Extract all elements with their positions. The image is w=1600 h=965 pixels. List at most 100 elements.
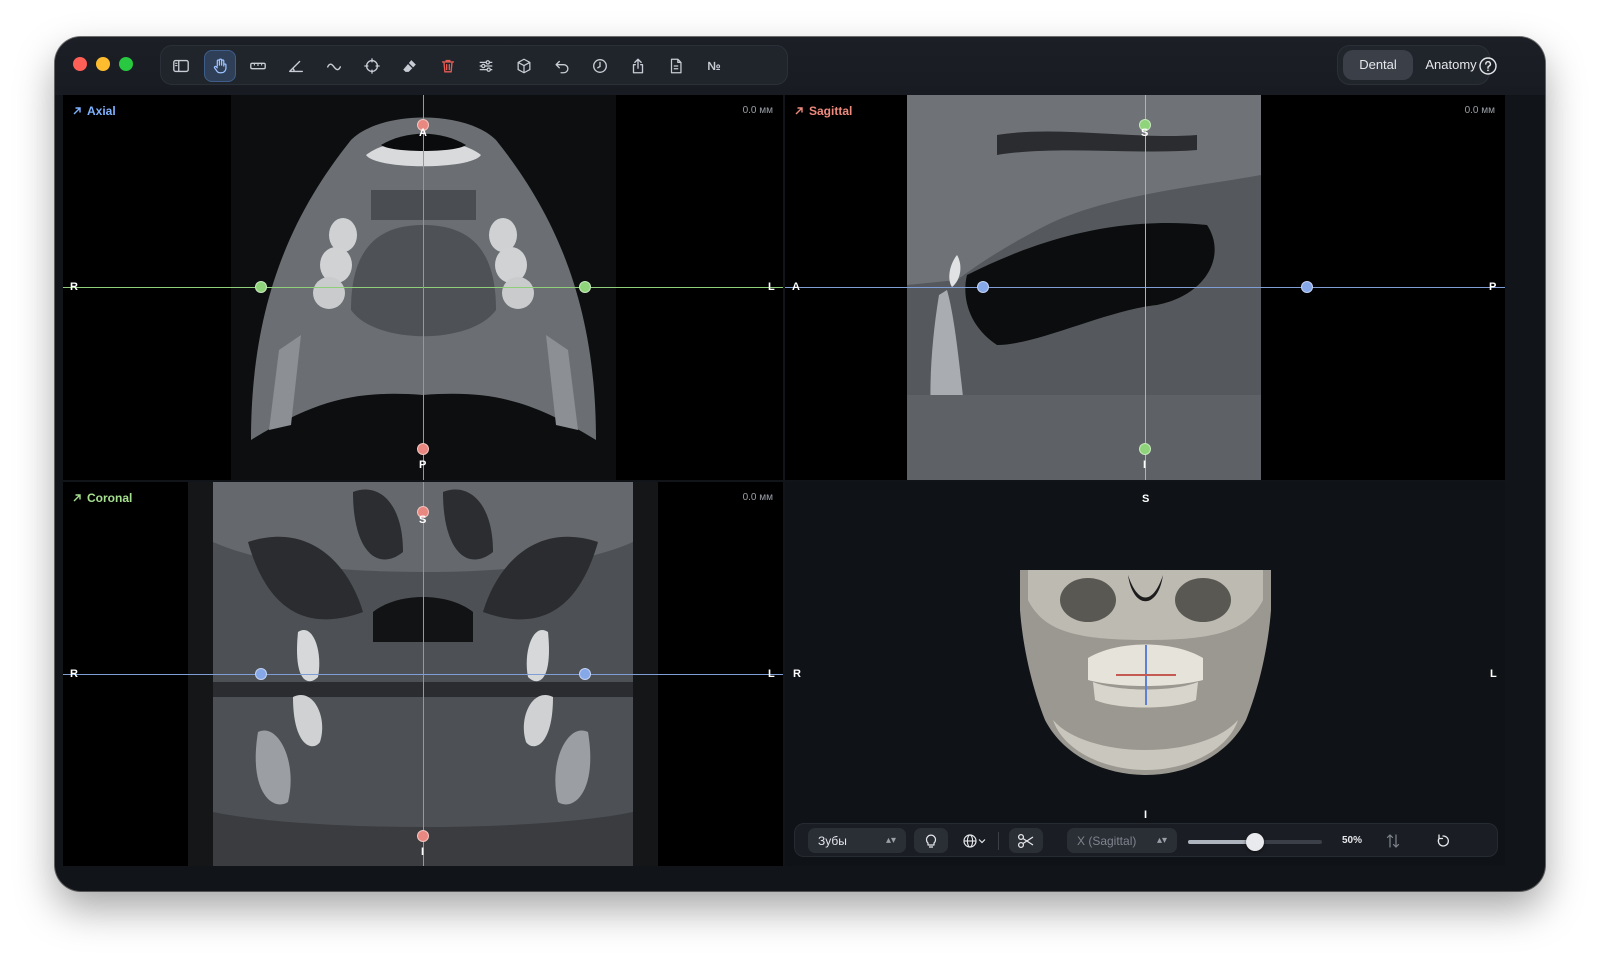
coronal-viewport[interactable]: Coronal 0.0 мм S I R L — [63, 482, 783, 866]
volume-label-right: L — [1490, 668, 1497, 680]
expand-arrow-icon[interactable] — [794, 106, 804, 116]
sagittal-label-top: S — [1141, 127, 1149, 139]
volume-3d-viewport[interactable]: S I R L — [785, 482, 1505, 866]
coronal-label-bottom: I — [421, 846, 425, 858]
coronal-title: Coronal — [72, 491, 132, 505]
curve-tool-button[interactable] — [318, 50, 350, 82]
axial-crosshair-handle[interactable] — [579, 281, 591, 293]
app-window: № Dental Anatomy Axial 0.0 мм A P R L Sa… — [55, 37, 1545, 891]
coronal-title-label: Coronal — [87, 491, 133, 505]
zoom-slider-knob[interactable] — [1246, 833, 1264, 851]
zoom-slider-fill — [1188, 840, 1255, 844]
axial-title-label: Axial — [87, 104, 116, 118]
orientation-menu-button[interactable] — [956, 828, 992, 853]
mode-switch: Dental Anatomy — [1337, 45, 1490, 85]
sagittal-label-bottom: I — [1143, 459, 1147, 471]
reset-view-button[interactable] — [1429, 828, 1457, 853]
ruler-tool-button[interactable] — [242, 50, 274, 82]
help-icon — [1479, 57, 1497, 75]
expand-arrow-icon[interactable] — [72, 493, 82, 503]
volume-controls-bar: Зубы ▴▾ X (Sagittal) ▴▾ 50% — [794, 823, 1498, 857]
volume-label-top: S — [1142, 493, 1150, 505]
sagittal-label-left: A — [792, 281, 800, 293]
reset-icon — [1437, 833, 1449, 847]
axial-crosshair-handle[interactable] — [255, 281, 267, 293]
angle-tool-button[interactable] — [280, 50, 312, 82]
zoom-window-button[interactable] — [119, 57, 133, 71]
sagittal-viewport[interactable]: Sagittal 0.0 мм S I A P — [785, 95, 1505, 480]
sagittal-title: Sagittal — [794, 104, 852, 118]
flip-icon — [1386, 833, 1400, 848]
share-button[interactable] — [622, 50, 654, 82]
minimize-window-button[interactable] — [96, 57, 110, 71]
pan-tool-button[interactable] — [204, 50, 236, 82]
preset-select-value: Зубы — [818, 833, 847, 848]
axial-label-top: A — [419, 127, 427, 139]
sagittal-crosshair-handle[interactable] — [977, 281, 989, 293]
coronal-crosshair-handle[interactable] — [417, 830, 429, 842]
main-toolbar: № — [160, 45, 788, 85]
report-button[interactable] — [660, 50, 692, 82]
coronal-crosshair-handle[interactable] — [255, 668, 267, 680]
clip-button[interactable] — [1009, 828, 1043, 853]
sagittal-vertical-crosshair[interactable] — [1145, 95, 1146, 480]
flip-button[interactable] — [1379, 828, 1407, 853]
numero-icon: № — [707, 59, 721, 73]
expand-arrow-icon[interactable] — [72, 106, 82, 116]
coronal-crosshair-handle[interactable] — [579, 668, 591, 680]
volume-label-left: R — [793, 668, 801, 680]
help-button[interactable] — [1473, 51, 1503, 81]
axial-vertical-crosshair[interactable] — [423, 95, 424, 480]
3d-view-button[interactable] — [508, 50, 540, 82]
close-window-button[interactable] — [73, 57, 87, 71]
coronal-measurement: 0.0 мм — [742, 492, 773, 503]
sidebar-toggle-icon — [173, 59, 189, 73]
mode-dental-button[interactable]: Dental — [1343, 50, 1413, 80]
lighting-button[interactable] — [914, 828, 948, 853]
sagittal-label-right: P — [1489, 281, 1497, 293]
history-button[interactable] — [584, 50, 616, 82]
globe-icon — [963, 833, 977, 848]
scissors-icon — [1017, 833, 1034, 848]
share-icon — [632, 58, 644, 74]
ruler-icon — [250, 62, 266, 70]
sagittal-title-label: Sagittal — [809, 104, 853, 118]
sidebar-toggle-button[interactable] — [165, 50, 197, 82]
axial-viewport[interactable]: Axial 0.0 мм A P R L — [63, 95, 783, 480]
preset-select[interactable]: Зубы ▴▾ — [808, 828, 906, 853]
hand-pointer-icon — [213, 58, 227, 74]
sagittal-crosshair-handle[interactable] — [1301, 281, 1313, 293]
eraser-tool-button[interactable] — [394, 50, 426, 82]
clip-axis-value: X (Sagittal) — [1077, 833, 1137, 848]
title-bar: № Dental Anatomy — [55, 37, 1545, 95]
angle-icon — [289, 60, 303, 73]
undo-button[interactable] — [546, 50, 578, 82]
axial-crosshair-handle[interactable] — [417, 443, 429, 455]
sagittal-crosshair-handle[interactable] — [1139, 443, 1151, 455]
volume-render-image — [1018, 570, 1273, 780]
numbering-button[interactable]: № — [698, 50, 730, 82]
trash-icon — [441, 59, 455, 73]
axial-title: Axial — [72, 104, 116, 118]
updown-chevron-icon: ▴▾ — [885, 835, 896, 846]
adjustments-button[interactable] — [470, 50, 502, 82]
zoom-slider[interactable] — [1188, 833, 1322, 851]
zoom-value-label: 50% — [1342, 835, 1363, 846]
coronal-vertical-crosshair[interactable] — [423, 482, 424, 866]
delete-tool-button[interactable] — [432, 50, 464, 82]
undo-icon — [555, 60, 569, 74]
clip-axis-select[interactable]: X (Sagittal) ▴▾ — [1067, 828, 1177, 853]
coronal-label-top: S — [419, 514, 427, 526]
cube-icon — [517, 58, 531, 74]
axial-label-bottom: P — [419, 459, 427, 471]
document-icon — [670, 58, 682, 74]
toolbar-divider — [998, 832, 999, 850]
sliders-icon — [479, 60, 493, 72]
eraser-icon — [403, 60, 416, 72]
lightbulb-icon — [925, 834, 937, 848]
axial-label-right: L — [768, 281, 775, 293]
updown-chevron-icon: ▴▾ — [1156, 835, 1167, 846]
crosshair-tool-button[interactable] — [356, 50, 388, 82]
coronal-label-right: L — [768, 668, 775, 680]
history-icon — [593, 59, 607, 73]
